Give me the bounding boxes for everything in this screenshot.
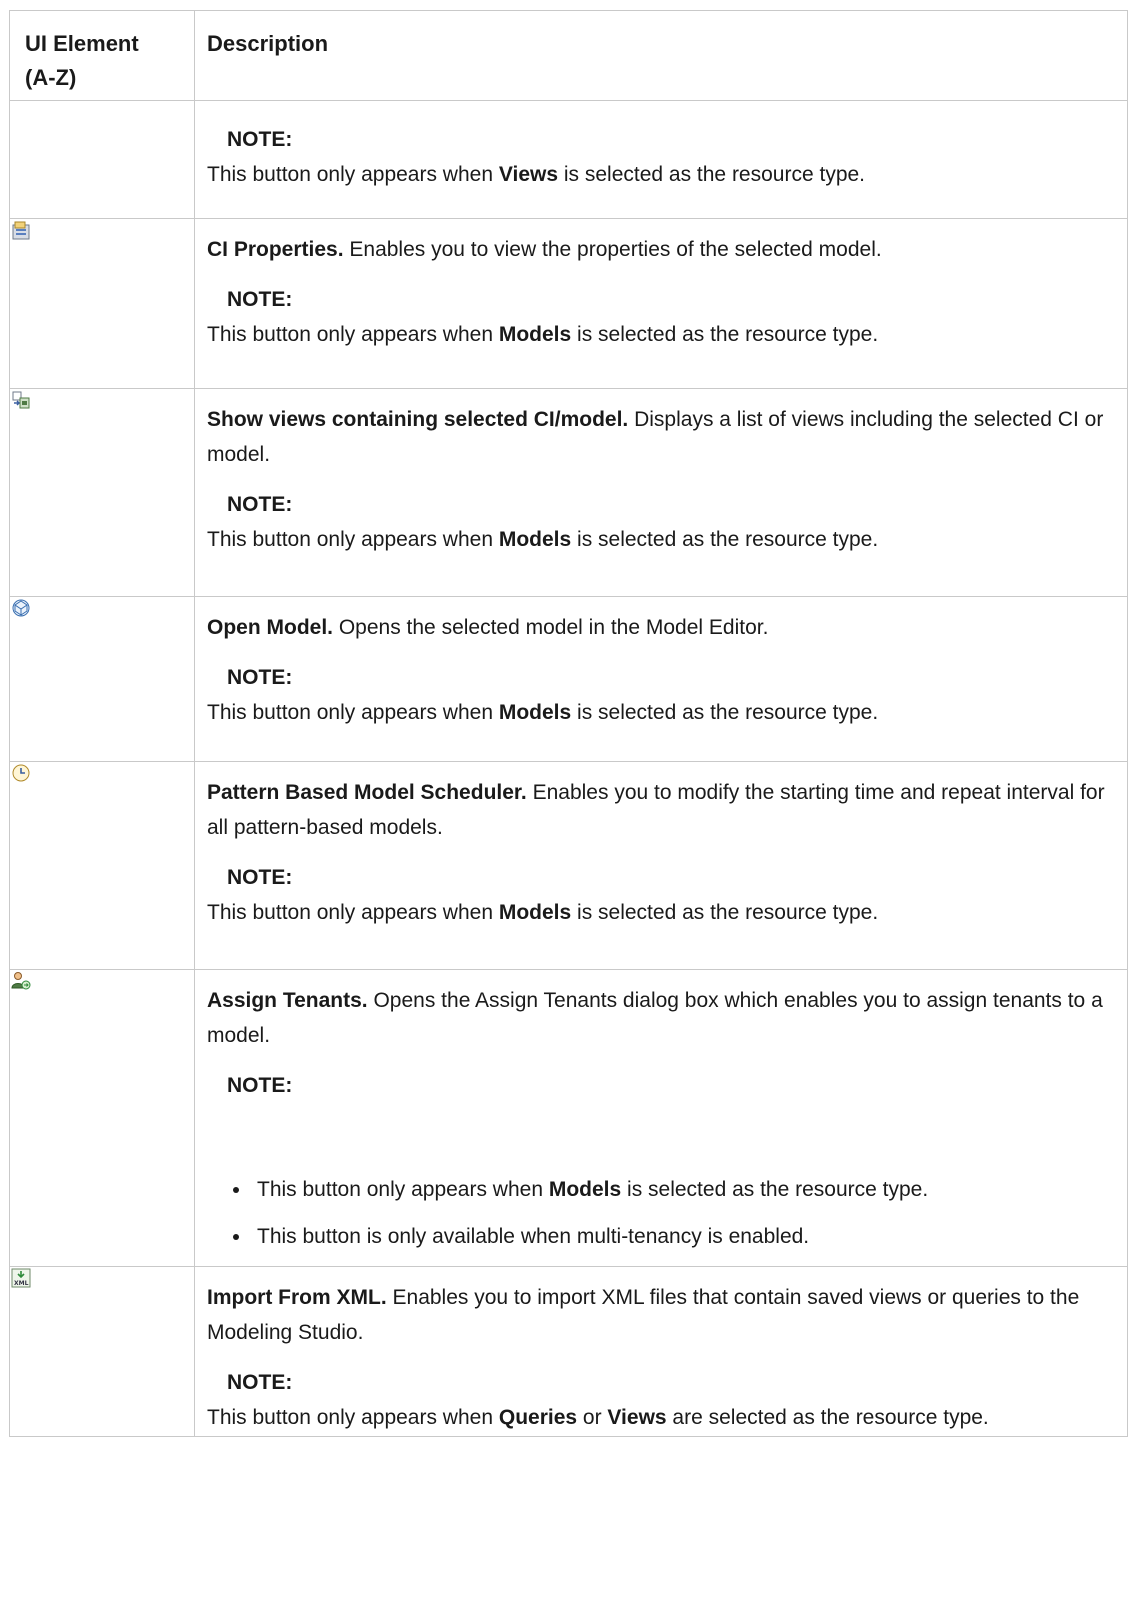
note-text: This button only appears when Models is … [207,901,879,924]
import-xml-icon: XML [11,1268,31,1288]
icon-cell: XML [9,1266,195,1437]
note-label: NOTE: [227,1074,293,1097]
description-text: Import From XML. Enables you to import X… [207,1286,1080,1344]
description-cell: Assign Tenants. Opens the Assign Tenants… [194,969,1128,1267]
note-text: This button only appears when Models is … [207,701,879,724]
description-cell: NOTE: This button only appears when View… [194,100,1128,219]
note-label: NOTE: [227,493,293,516]
table-row: Show views containing selected CI/model.… [9,388,1128,597]
description-text: Show views containing selected CI/model.… [207,408,1104,466]
note-text: This button only appears when Queries or… [207,1406,989,1429]
icon-cell [9,596,195,762]
table-row: Open Model. Opens the selected model in … [9,596,1128,762]
description-cell: Open Model. Opens the selected model in … [194,596,1128,762]
note-text: This button only appears when Models is … [207,528,879,551]
list-item: This button is only available when multi… [229,1219,1127,1254]
note-label: NOTE: [227,666,293,689]
show-views-icon [12,391,30,409]
table-header-row: UI Element (A-Z) Description [9,10,1128,101]
description-text: Open Model. Opens the selected model in … [207,616,769,639]
note-label: NOTE: [227,1371,293,1394]
icon-cell [9,761,195,970]
description-cell: CI Properties. Enables you to view the p… [194,218,1128,389]
column-header-description: Description [194,10,1128,101]
note-bullet-list: This button only appears when Models is … [207,1172,1127,1254]
description-text: Pattern Based Model Scheduler. Enables y… [207,781,1105,839]
icon-cell [9,218,195,389]
table-row: Pattern Based Model Scheduler. Enables y… [9,761,1128,970]
list-item: This button only appears when Models is … [229,1172,1127,1207]
open-model-icon [12,599,30,617]
table-row: CI Properties. Enables you to view the p… [9,218,1128,389]
description-cell: Pattern Based Model Scheduler. Enables y… [194,761,1128,970]
column-header-element: UI Element (A-Z) [9,10,195,101]
clock-icon [12,764,30,782]
svg-text:XML: XML [14,1280,29,1287]
assign-tenants-icon [11,972,31,990]
description-text: CI Properties. Enables you to view the p… [207,238,882,261]
note-text: This button only appears when Models is … [207,323,879,346]
icon-cell [9,388,195,597]
description-cell: Import From XML. Enables you to import X… [194,1266,1128,1437]
note-text: This button only appears when Views is s… [207,163,866,186]
icon-cell [9,969,195,1267]
ci-properties-icon [12,221,30,240]
description-cell: Show views containing selected CI/model.… [194,388,1128,597]
table-row: NOTE: This button only appears when View… [9,100,1128,219]
table-row: Assign Tenants. Opens the Assign Tenants… [9,969,1128,1267]
description-text: Assign Tenants. Opens the Assign Tenants… [207,989,1103,1047]
note-label: NOTE: [227,866,293,889]
ui-elements-table: UI Element (A-Z) Description NOTE: This … [9,10,1128,1437]
table-row: XML Import From XML. Enables you to impo… [9,1266,1128,1437]
note-label: NOTE: [227,128,293,151]
icon-cell [9,100,195,219]
note-label: NOTE: [227,288,293,311]
